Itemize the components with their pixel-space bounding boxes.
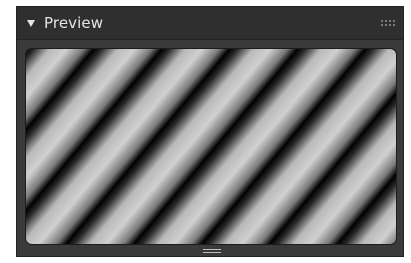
resize-handle-icon[interactable] — [203, 249, 221, 255]
diagonal-stripe-pattern — [26, 49, 396, 244]
drag-grip-icon[interactable] — [381, 20, 395, 26]
preview-image — [26, 49, 396, 244]
panel-header[interactable]: Preview — [17, 7, 403, 40]
panel-title: Preview — [44, 13, 104, 32]
triangle-down-icon[interactable] — [27, 19, 35, 27]
preview-panel: Preview — [16, 6, 404, 257]
